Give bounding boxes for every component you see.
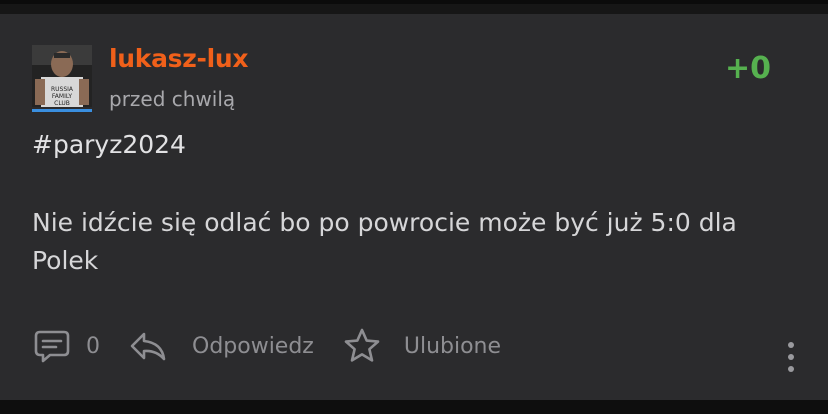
post-score[interactable]: +0 [725,51,771,86]
reply-icon [130,332,166,361]
favorite-button[interactable]: Ulubione [342,326,501,366]
favorite-label: Ulubione [403,333,502,359]
reply-label: Odpowiedz [192,333,314,359]
avatar-image: RUSSIA FAMILY CLUB [32,45,92,107]
comments-button[interactable]: 0 [32,326,128,366]
post-tag[interactable]: #paryz2024 [32,130,186,159]
star-icon [344,328,380,362]
avatar-badge-bar [32,109,92,112]
post-timestamp[interactable]: przed chwilą [109,87,235,111]
bottom-divider [0,400,828,414]
post-actions: 0 Odpowiedz Ulubione [32,326,501,366]
post-body: Nie idźcie się odlać bo po powrocie może… [32,208,737,275]
svg-text:CLUB: CLUB [54,100,70,107]
more-options-button[interactable] [780,340,802,380]
svg-text:FAMILY: FAMILY [52,93,72,100]
post-card: RUSSIA FAMILY CLUB lukasz-lux przed chwi… [0,14,828,400]
avatar[interactable]: RUSSIA FAMILY CLUB [32,45,92,107]
comment-icon [34,330,70,363]
reply-button[interactable]: Odpowiedz [128,326,342,366]
top-divider [0,0,828,4]
svg-text:RUSSIA: RUSSIA [51,86,74,93]
post-author[interactable]: lukasz-lux [109,44,248,73]
more-vertical-icon [788,342,794,348]
comment-count: 0 [86,333,100,359]
